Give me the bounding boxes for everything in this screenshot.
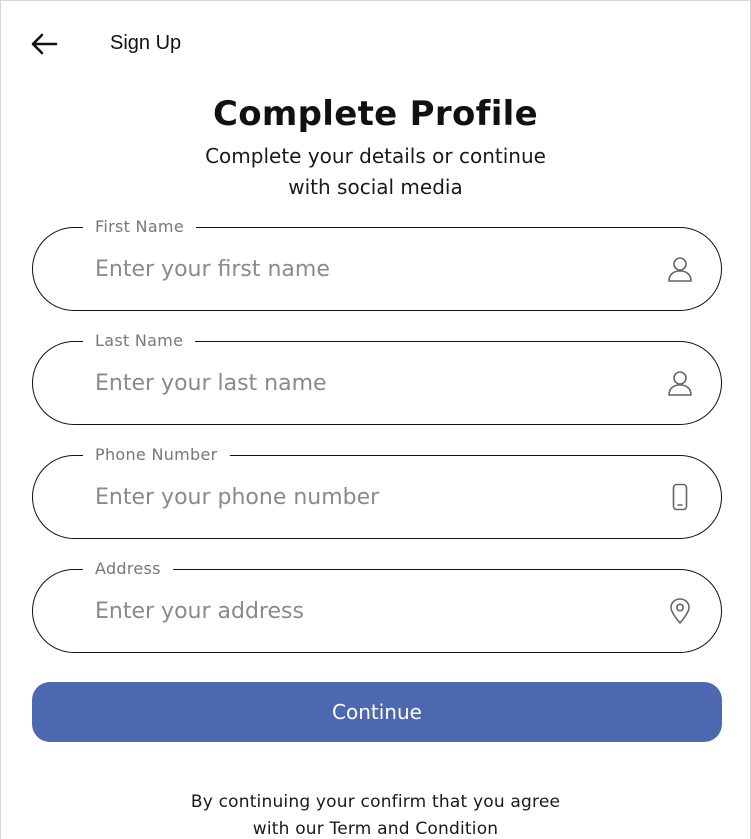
back-button[interactable]	[25, 27, 63, 61]
continue-button[interactable]: Continue	[32, 682, 722, 742]
terms-line-2: with our Term and Condition	[252, 819, 499, 839]
terms-line-1: By continuing your confirm that you agre…	[190, 792, 561, 812]
arrow-left-icon	[31, 33, 58, 55]
subtitle-line-1: Complete your details or continue	[205, 144, 546, 168]
last-name-input[interactable]	[95, 342, 655, 424]
app-bar: Sign Up	[1, 1, 750, 87]
phone-number-field[interactable]: Phone Number	[32, 443, 722, 539]
app-bar-title: Sign Up	[110, 32, 182, 54]
user-icon	[665, 368, 695, 398]
page-title: Complete Profile	[213, 94, 538, 134]
terms-text: By continuing your confirm that you agre…	[1, 789, 750, 839]
first-name-input[interactable]	[95, 228, 655, 310]
phone-number-input[interactable]	[95, 456, 655, 538]
address-input[interactable]	[95, 570, 655, 652]
first-name-field[interactable]: First Name	[32, 215, 722, 311]
last-name-field[interactable]: Last Name	[32, 329, 722, 425]
page-subtitle: Complete your details or continue with s…	[1, 141, 750, 203]
user-icon	[665, 254, 695, 284]
address-field[interactable]: Address	[32, 557, 722, 653]
sign-up-screen: Sign Up Complete Profile Complete your d…	[0, 0, 751, 839]
phone-icon	[665, 482, 695, 512]
location-pin-icon	[665, 596, 695, 626]
subtitle-line-2: with social media	[288, 175, 463, 199]
